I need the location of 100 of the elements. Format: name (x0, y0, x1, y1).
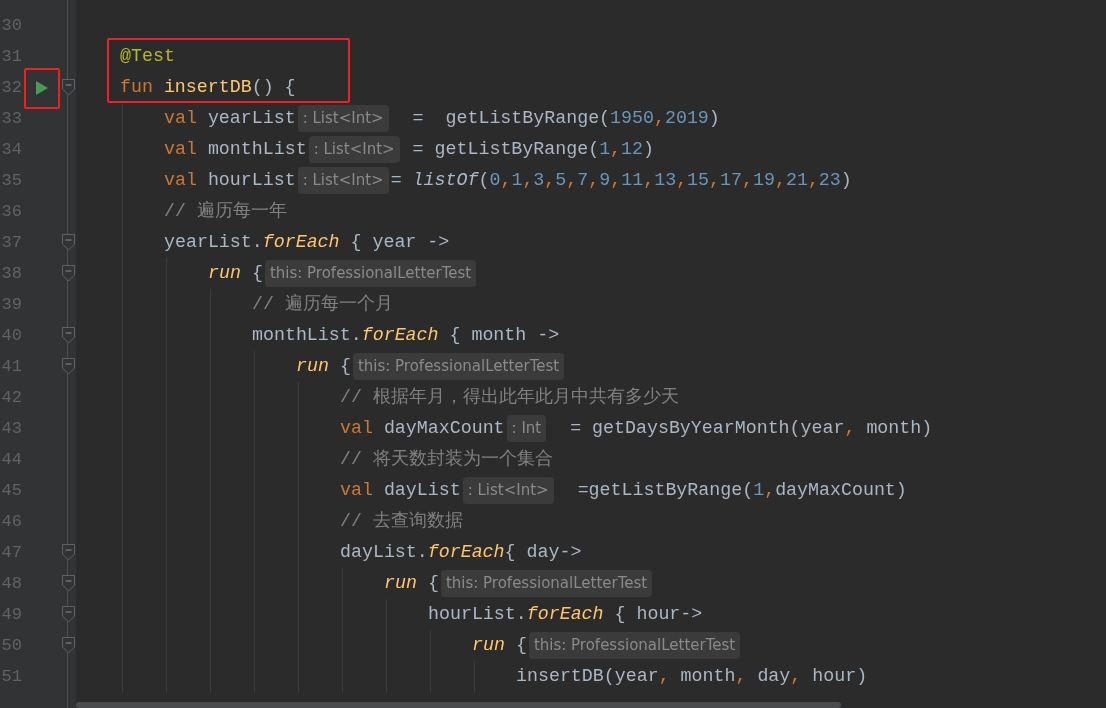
function-call: run (296, 354, 329, 378)
code-text: yearList. (164, 230, 263, 254)
number-literal: 1 (599, 137, 611, 161)
code-comment: // 遍历每一年 (164, 199, 287, 223)
code-text: { year -> (349, 230, 450, 254)
code-comment: // 根据年月，得出此年此月中共有多少天 (340, 385, 679, 409)
scrollbar[interactable] (76, 702, 841, 708)
comma: , (658, 664, 671, 688)
comma: , (764, 478, 776, 502)
keyword: val (340, 478, 374, 502)
type-hint: : List<Int> (462, 477, 554, 504)
code-text: { (338, 354, 351, 378)
number-literal: 21 (785, 168, 808, 192)
comma: , (807, 168, 819, 192)
number-literal: 1 (511, 168, 523, 192)
number-literal: 9 (599, 168, 611, 192)
code-text: = getListByRange( (411, 137, 600, 161)
number-literal: 23 (818, 168, 841, 192)
code-text: { hour-> (613, 602, 703, 626)
code-text: dayList (383, 478, 461, 502)
code-text: monthList. (252, 323, 362, 347)
comma: , (610, 168, 622, 192)
comma: , (588, 168, 600, 192)
comma: , (790, 664, 803, 688)
comma: , (544, 168, 556, 192)
code-text: dayList. (340, 540, 428, 564)
code-text: insertDB(year (516, 664, 659, 688)
function-call: run (208, 261, 241, 285)
collapse-icon[interactable] (61, 265, 75, 282)
type-hint: : Int (506, 415, 547, 442)
collapse-icon[interactable] (61, 544, 75, 561)
number-literal: 0 (489, 168, 501, 192)
function-call: forEach (262, 230, 340, 254)
annotation: @Test (120, 44, 175, 68)
code-text: { (514, 633, 527, 657)
function-call: run (384, 571, 417, 595)
comma: , (774, 168, 786, 192)
comma: , (522, 168, 534, 192)
number-literal: 17 (720, 168, 742, 192)
number-literal: 1 (753, 478, 765, 502)
run-icon[interactable] (35, 79, 49, 96)
code-text: { month -> (448, 323, 560, 347)
code-comment: // 去查询数据 (340, 509, 463, 533)
keyword: val (164, 106, 198, 130)
code-text: day (757, 664, 791, 688)
function-call: forEach (361, 323, 439, 347)
collapse-icon[interactable] (61, 234, 75, 251)
type-hint: : List<Int> (297, 105, 389, 132)
comma: , (742, 168, 753, 192)
code-text: hourList (207, 168, 296, 192)
code-text: ) (708, 106, 720, 130)
number-literal: 3 (533, 168, 545, 192)
code-comment: // 将天数封装为一个集合 (340, 447, 553, 471)
comma: , (566, 168, 578, 192)
function-call: forEach (427, 540, 505, 564)
type-hint: this: ProfessionalLetterTest (264, 260, 477, 287)
comma: , (735, 664, 748, 688)
code-text: { (250, 261, 263, 285)
collapse-icon[interactable] (61, 358, 75, 375)
type-hint: this: ProfessionalLetterTest (440, 570, 653, 597)
function-name: insertDB (163, 75, 252, 99)
function-call: run (472, 633, 505, 657)
type-hint: this: ProfessionalLetterTest (352, 353, 565, 380)
code-text: ) (840, 168, 852, 192)
code-text: = (390, 168, 403, 192)
code-text: yearList (207, 106, 296, 130)
collapse-icon[interactable] (61, 637, 75, 654)
comma: , (643, 168, 655, 192)
comma: , (610, 137, 622, 161)
keyword: val (164, 168, 198, 192)
code-text: monthList (207, 137, 307, 161)
code-text: =getListByRange( (576, 478, 754, 502)
number-literal: 13 (654, 168, 677, 192)
code-text: month) (866, 416, 933, 440)
comma: , (653, 106, 665, 130)
keyword: val (340, 416, 374, 440)
type-hint: : List<Int> (308, 136, 400, 163)
function-call: forEach (526, 602, 604, 626)
comma: , (709, 168, 721, 192)
number-literal: 7 (577, 168, 589, 192)
keyword: val (164, 137, 198, 161)
comma: , (500, 168, 512, 192)
number-literal: 12 (621, 137, 644, 161)
comma: , (676, 168, 688, 192)
collapse-icon[interactable] (61, 575, 75, 592)
collapse-icon[interactable] (61, 606, 75, 623)
code-text: { day-> (504, 540, 582, 564)
collapse-icon[interactable] (61, 327, 75, 344)
number-literal: 11 (621, 168, 644, 192)
type-hint: : List<Int> (297, 167, 389, 194)
code-text: = getListByRange( (411, 106, 611, 130)
code-text: hourList. (428, 602, 527, 626)
code-text: month (680, 664, 736, 688)
comma: , (844, 416, 857, 440)
collapse-icon[interactable] (61, 79, 75, 96)
number-literal: 19 (753, 168, 775, 192)
code-text: () { (251, 75, 296, 99)
number-literal: 5 (555, 168, 567, 192)
code-text: dayMaxCount) (775, 478, 907, 502)
code-text: ) (643, 137, 655, 161)
